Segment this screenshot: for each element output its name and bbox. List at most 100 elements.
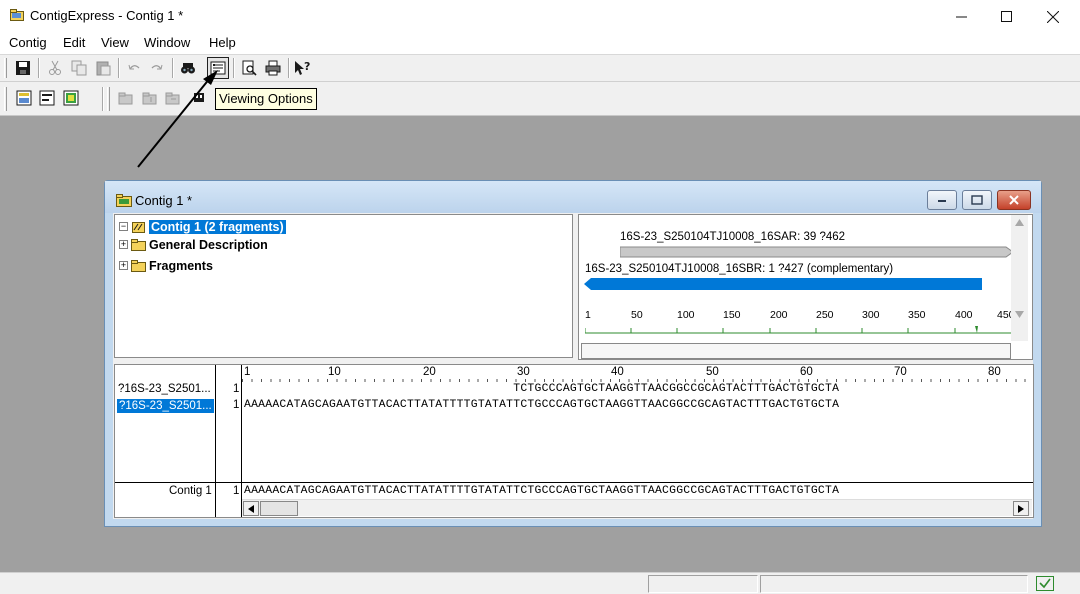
map-ruler-tick-label: 300 <box>862 309 880 321</box>
annotation-arrow <box>137 70 218 168</box>
name-column-divider[interactable] <box>215 365 216 517</box>
consensus-start: 1 <box>233 485 240 497</box>
alignment-pane: 1 10 20 30 40 50 60 70 80 ?16S-23_S2501.… <box>114 364 1034 518</box>
alignment-ruler-tick-label: 1 <box>244 366 251 378</box>
minimize-button[interactable] <box>938 0 984 33</box>
print-preview-button[interactable] <box>238 57 260 79</box>
app-folder-icon <box>10 9 24 21</box>
alignment-ruler: 1 10 20 30 40 50 60 70 80 <box>242 365 1033 382</box>
sequence-forward[interactable]: TCTGCCCAGTGCTAAGGTTAACGGCCGCAGTACTTTGACT… <box>244 383 839 395</box>
alignment-ruler-tick-label: 80 <box>988 366 1001 378</box>
child-restore-button[interactable] <box>962 190 992 210</box>
help-pointer-icon: ? <box>295 60 310 75</box>
map-ruler-tick-label: 400 <box>955 309 973 321</box>
menu-help[interactable]: Help <box>208 35 237 50</box>
fragment-reverse-label: 16S-23_S250104TJ10008_16SBR: 1 ?427 (com… <box>585 263 894 275</box>
status-bar <box>0 572 1080 594</box>
map-horizontal-scrollbar[interactable] <box>581 343 1011 359</box>
alignment-ruler-tick-label: 50 <box>706 366 719 378</box>
tree-pane: − Contig 1 (2 fragments) + General Descr… <box>114 214 573 358</box>
alignment-ruler-tick-label: 40 <box>611 366 624 378</box>
menu-edit[interactable]: Edit <box>62 35 86 50</box>
tree-item-fragments-label: Fragments <box>149 258 213 273</box>
expand-icon[interactable]: + <box>119 261 128 270</box>
tree-item-general-description[interactable]: + General Description <box>119 236 268 253</box>
print-button[interactable] <box>262 57 284 79</box>
window-title: ContigExpress - Contig 1 * <box>30 8 184 23</box>
folder-icon <box>131 259 146 272</box>
contig-window-icon <box>116 194 132 207</box>
toolbar-grip[interactable] <box>107 87 110 111</box>
fragment-start-forward: 1 <box>233 383 240 395</box>
toolbar-grip[interactable] <box>4 58 7 78</box>
paste-icon <box>96 61 111 76</box>
status-check-icon[interactable] <box>1036 576 1054 591</box>
cut-button[interactable] <box>44 57 66 79</box>
save-button[interactable] <box>12 57 34 79</box>
viewing-options-tooltip: Viewing Options <box>215 88 317 110</box>
scroll-left-button[interactable] <box>243 501 259 516</box>
map-pane-icon <box>39 90 55 106</box>
map-ruler-tick-label: 350 <box>908 309 926 321</box>
sequence-column-divider[interactable] <box>241 365 242 517</box>
toolbar-separator <box>102 87 104 111</box>
maximize-button[interactable] <box>983 0 1029 33</box>
menu-bar: Contig Edit View Window Help <box>0 33 1080 54</box>
map-ruler-tick-label: 50 <box>631 309 643 321</box>
menu-view[interactable]: View <box>100 35 130 50</box>
scroll-down-icon[interactable] <box>1015 311 1024 318</box>
map-vertical-scrollbar[interactable] <box>1011 215 1028 341</box>
maximize-icon <box>1000 11 1012 22</box>
paste-button[interactable] <box>92 57 114 79</box>
child-title-bar[interactable]: Contig 1 * <box>105 181 1041 213</box>
view-alignment-button[interactable] <box>60 87 82 109</box>
scroll-thumb[interactable] <box>260 501 298 516</box>
status-pane <box>760 575 1028 593</box>
child-close-button[interactable] <box>997 190 1031 210</box>
copy-button[interactable] <box>68 57 90 79</box>
tree-item-contig-label: Contig 1 (2 fragments) <box>149 219 286 234</box>
view-tree-button[interactable] <box>13 87 35 109</box>
consensus-sequence[interactable]: AAAAACATAGCAGAATGTTACACTTATATTTTGTATATTC… <box>244 485 839 497</box>
child-minimize-button[interactable] <box>927 190 957 210</box>
tree-pane-icon <box>16 90 32 106</box>
alignment-horizontal-scrollbar[interactable] <box>242 499 1032 516</box>
view-map-button[interactable] <box>36 87 58 109</box>
ruler-ticks <box>242 379 1033 382</box>
sequence-reverse[interactable]: AAAAACATAGCAGAATGTTACACTTATATTTTGTATATTC… <box>244 399 839 411</box>
toolbar-separator <box>233 58 235 78</box>
child-window-title: Contig 1 * <box>135 193 193 208</box>
fragment-forward-bar[interactable] <box>620 246 1015 258</box>
contig-map-pane: 16S-23_S250104TJ10008_16SAR: 39 ?462 16S… <box>578 214 1033 360</box>
alignment-ruler-tick-label: 20 <box>423 366 436 378</box>
alignment-ruler-tick-label: 10 <box>328 366 341 378</box>
collapse-icon[interactable]: − <box>119 222 128 231</box>
fragment-name-forward[interactable]: ?16S-23_S2501... <box>118 383 214 397</box>
fragment-forward-label: 16S-23_S250104TJ10008_16SAR: 39 ?462 <box>620 231 846 243</box>
print-preview-icon <box>242 60 257 76</box>
scroll-right-icon <box>1018 504 1024 513</box>
child-client-area: − Contig 1 (2 fragments) + General Descr… <box>113 213 1034 519</box>
tree-item-fragments[interactable]: + Fragments <box>119 257 213 274</box>
svg-text:?: ? <box>304 60 310 73</box>
context-help-button[interactable]: ? <box>292 57 314 79</box>
printer-icon <box>265 60 281 76</box>
map-ruler-line <box>585 326 1013 337</box>
toolbar-separator <box>38 58 40 78</box>
menu-contig[interactable]: Contig <box>8 35 48 50</box>
scroll-up-icon[interactable] <box>1015 219 1024 226</box>
minimize-icon <box>938 200 946 202</box>
toolbar-grip[interactable] <box>4 87 7 111</box>
toolbar-separator <box>118 58 120 78</box>
scroll-right-button[interactable] <box>1013 501 1029 516</box>
consensus-name[interactable]: Contig 1 <box>169 485 212 497</box>
fragment-start-reverse: 1 <box>233 399 240 411</box>
close-icon <box>1009 195 1019 205</box>
restore-icon <box>971 195 983 205</box>
fragment-reverse-bar[interactable] <box>584 278 984 290</box>
expand-icon[interactable]: + <box>119 240 128 249</box>
close-button[interactable] <box>1030 0 1076 33</box>
tree-item-contig[interactable]: − Contig 1 (2 fragments) <box>119 218 286 235</box>
fragment-name-reverse[interactable]: ?16S-23_S2501... <box>117 399 214 413</box>
menu-window[interactable]: Window <box>143 35 191 50</box>
